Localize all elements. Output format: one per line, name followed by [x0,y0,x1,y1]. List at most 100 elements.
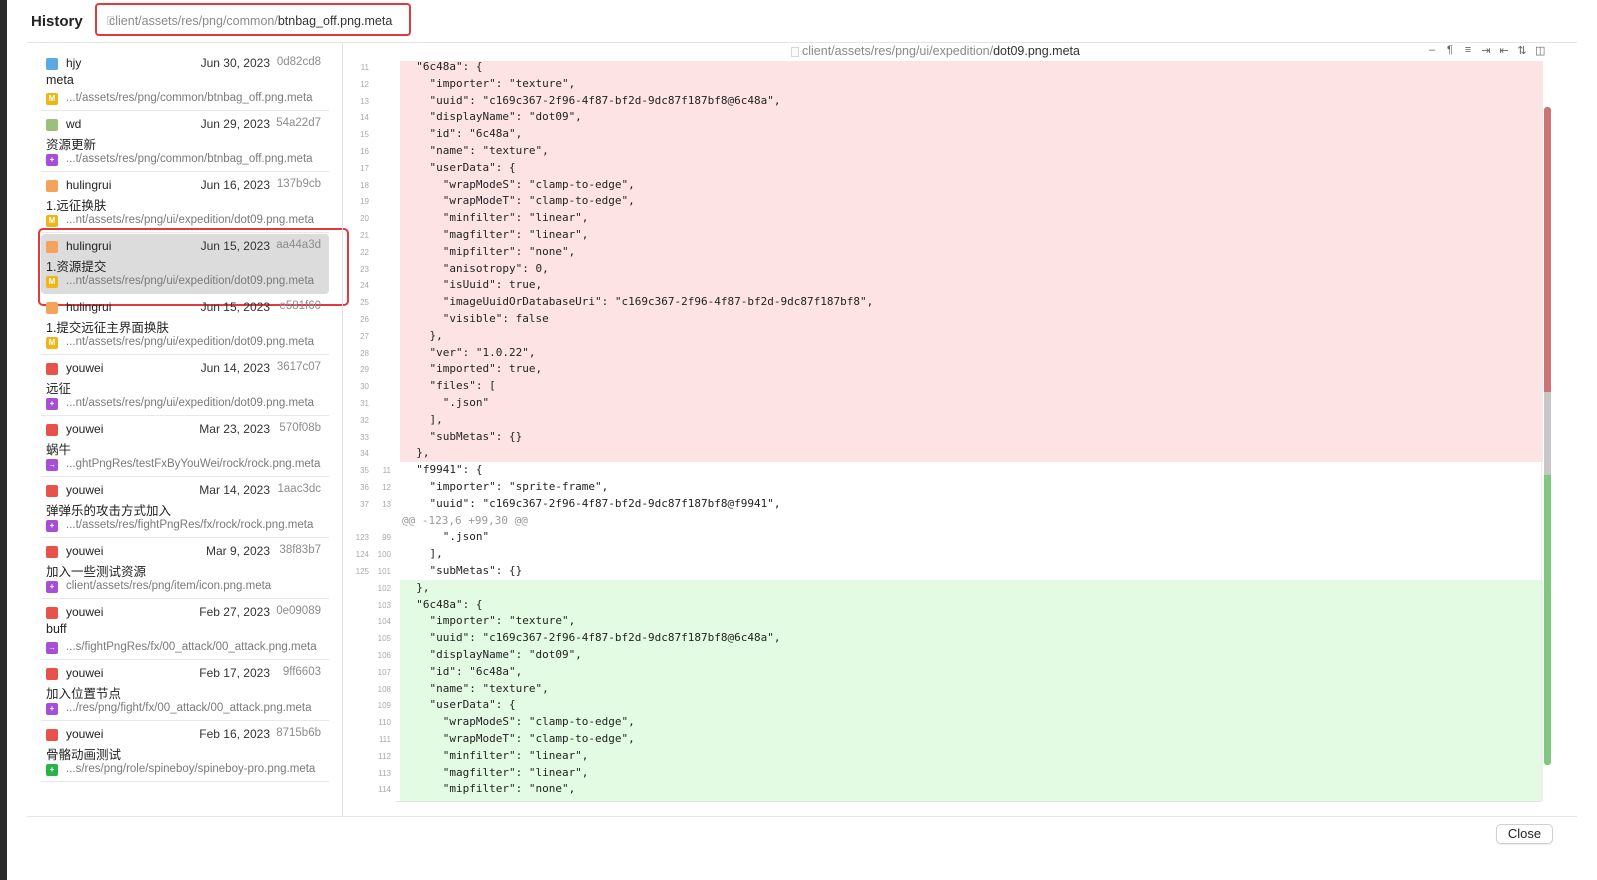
diff-code: "mipfilter": "none", [400,781,1543,799]
commit-message: buff [46,622,67,636]
old-line-number: 33 [360,432,369,442]
old-line-number: 125 [355,567,369,576]
commit-item[interactable]: youwei Mar 14, 2023 1aac3dc 弹弹乐的攻击方式加入 + ...t… [41,478,329,538]
author-avatar [46,546,58,558]
diff-code: ".json" [400,395,1543,412]
diff-line-deleted: 12 "importer": "texture", [343,75,1543,93]
diff-code: "uuid": "c169c367-2f96-4f87-bf2d-9dc87f1… [400,92,1543,110]
commit-hash: 9ff6603 [282,666,321,678]
close-button[interactable]: Close [1496,824,1553,844]
title-bar: History client/assets/res/png/common/btn… [7,0,1597,42]
commit-list[interactable]: hjy Jun 30, 2023 0d82cd8 meta M ...t/assets/r… [27,43,349,816]
commit-message: 1.远征换肤 [46,199,107,213]
diff-line-added: 112 "minfilter": "linear", [343,747,1543,765]
commit-message: 资源更新 [46,138,97,152]
diff-line-context: 37 13 "uuid": "c169c367-2f96-4f87-bf2d-9d… [343,496,1543,513]
commit-hash: 0e09089 [276,605,321,617]
commit-hash: 570f08b [279,422,321,434]
commit-item[interactable]: youwei Feb 27, 2023 0e09089 buff → ...s/fight… [41,600,329,660]
diff-code: ], [400,411,1543,429]
minus-icon[interactable]: – [1427,44,1437,57]
diff-line-added: 107 "id": "6c48a", [343,663,1543,681]
commit-item[interactable]: hulingrui Jun 15, 2023 e581f60 1.提交远征主界面换肤 M… [41,295,329,355]
commit-item[interactable]: youwei Mar 23, 2023 570f08b 蜗牛 → ...ghtPngRes… [41,417,329,477]
diff-line-context: 36 12 "importer": "sprite-frame", [343,479,1543,496]
commit-file-path: ...nt/assets/res/png/ui/expedition/dot09… [66,275,315,287]
commit-message: 远征 [46,382,72,396]
diff-hunk-header: @@ -123,6 +99,30 @@ [343,513,1543,530]
wrap-icon[interactable]: ≡ [1463,44,1473,57]
commit-hash: 137b9cb [276,178,321,190]
diff-line-added: 111 "wrapModeT": "clamp-to-edge", [343,731,1543,748]
change-badge-icon: M [46,276,58,288]
commit-date: Feb 27, 2023 [199,605,270,619]
change-badge-icon: M [46,93,58,105]
old-line-number: 18 [360,180,369,190]
old-line-number: 25 [360,298,369,308]
diff-code: "wrapModeS": "clamp-to-edge", [400,176,1543,194]
commit-author: hulingrui [66,178,112,192]
commit-item[interactable]: youwei Feb 17, 2023 9ff6603 加入位置节点 + .../res/… [41,661,329,721]
diff-code: "subMetas": {} [403,564,523,577]
diff-line-deleted: 19 "wrapModeT": "clamp-to-edge", [343,193,1543,211]
commit-author: youwei [66,483,104,497]
diff-line-added: 102 }, [343,579,1543,597]
commit-item[interactable]: hjy Jun 30, 2023 0d82cd8 meta M ...t/assets/r… [41,51,329,111]
diff-line-deleted: 16 "name": "texture", [343,143,1543,160]
old-line-number: 14 [360,113,369,123]
old-line-number: 34 [360,449,369,459]
diff-minimap-scrollbar[interactable] [1544,107,1551,765]
diff-code: "isUuid": true, [400,277,1543,295]
diff-view[interactable]: 11 "6c48a": { 12 "importer": "texture", 13… [343,61,1543,801]
new-line-number: 12 [382,483,391,492]
old-line-number: 19 [360,197,369,207]
commit-date: Mar 23, 2023 [199,422,270,436]
diff-code: "6c48a": { [400,596,1543,614]
diff-line-deleted: 31 ".json" [343,395,1543,412]
pilcrow-icon[interactable]: ¶ [1445,44,1455,57]
diff-code: "importer": "texture", [400,75,1543,93]
commit-item[interactable]: hulingrui Jun 16, 2023 137b9cb 1.远征换肤 M ...nt… [41,173,329,233]
commit-file-path: ...s/res/png/role/spineboy/spineboy-pro.… [66,763,316,775]
commit-author: wd [66,117,82,131]
commit-item[interactable]: youwei Feb 16, 2023 8715b6b 骨骼动画测试 + ...s/res… [41,722,329,782]
indent-icon[interactable]: ⇤ [1499,44,1509,57]
commit-item[interactable]: hulingrui Jun 15, 2023 aa44a3d 1.资源提交 M ...nt… [41,234,329,294]
diff-line-deleted: 23 "anisotropy": 0, [343,260,1543,278]
diff-line-deleted: 18 "wrapModeS": "clamp-to-edge", [343,176,1543,194]
diff-code: "id": "6c48a", [400,663,1543,681]
minimap-deleted-region [1544,107,1551,392]
commit-hash: 54a22d7 [276,117,321,129]
new-line-number: 13 [382,499,391,509]
window-title: History [31,13,83,30]
new-line-number: 101 [377,567,391,576]
footer-divider [27,816,1577,817]
commit-date: Jun 14, 2023 [200,361,270,375]
diff-line-added: 105 "uuid": "c169c367-2f96-4f87-bf2d-9dc… [343,630,1543,647]
commit-message: 1.资源提交 [46,260,107,274]
commit-item[interactable]: wd Jun 29, 2023 54a22d7 资源更新 + ...t/assets/re… [41,112,329,172]
old-line-number: 11 [360,63,369,72]
row-separator [41,537,329,538]
old-line-number: 35 [360,466,369,476]
commit-author: youwei [66,666,104,680]
align-icon[interactable]: ⇥ [1481,44,1491,57]
row-separator [41,598,329,599]
diff-path-file: dot09.png.meta [993,44,1080,58]
new-line-number: 11 [382,466,391,476]
commit-item[interactable]: youwei Jun 14, 2023 3617c07 远征 + ...nt/assets… [41,356,329,416]
split-view-icon[interactable]: ◫ [1535,44,1545,57]
old-line-number: 32 [360,415,369,425]
file-path-name: btnbag_off.png.meta [277,14,393,28]
author-avatar [46,241,58,253]
commit-item[interactable]: youwei Mar 9, 2023 38f83b7 加入一些测试资源 + client/… [41,539,329,599]
commit-date: Mar 14, 2023 [199,483,270,497]
diff-line-deleted: 27 }, [343,327,1543,345]
diff-line-added: 108 "name": "texture", [343,680,1543,698]
diff-line-deleted: 26 "visible": false [343,311,1543,328]
diff-line-deleted: 21 "magfilter": "linear", [343,227,1543,244]
diff-code: "uuid": "c169c367-2f96-4f87-bf2d-9dc87f1… [403,496,781,510]
diff-code: "displayName": "dot09", [400,647,1543,664]
row-separator [41,720,329,721]
sort-icon[interactable]: ⇅ [1517,44,1527,57]
